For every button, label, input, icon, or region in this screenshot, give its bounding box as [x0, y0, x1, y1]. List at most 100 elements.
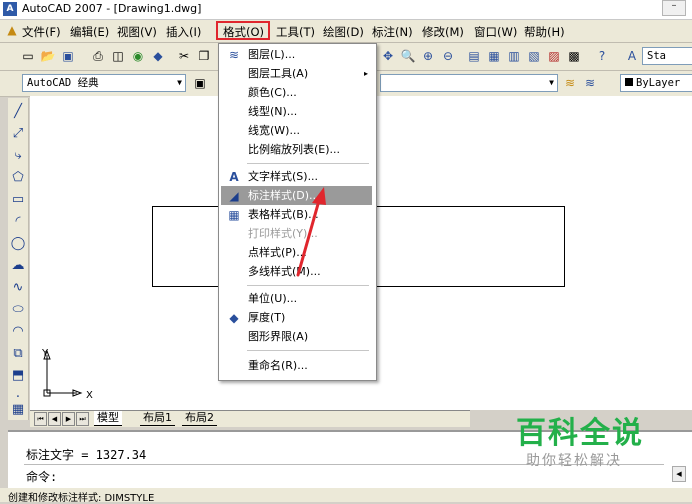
zoom-extents-icon[interactable]: ⊖	[440, 48, 456, 64]
first-tab-icon[interactable]: ⏮	[34, 412, 47, 426]
menu-view[interactable]: 视图(V)	[117, 24, 157, 40]
last-tab-icon[interactable]: ⏭	[76, 412, 89, 426]
polyline-icon[interactable]: ⤷	[10, 148, 26, 164]
next-tab-icon[interactable]: ▶	[62, 412, 75, 426]
zoom-previous-icon[interactable]: ⊕	[420, 48, 436, 64]
menu-item-lineweight[interactable]: 线宽(W)...	[219, 121, 374, 141]
command-prompt[interactable]: 命令:	[26, 468, 57, 485]
rectangle-icon[interactable]: ▭	[10, 192, 26, 208]
make-layer-current-icon[interactable]: ≋	[562, 75, 578, 91]
publish-icon[interactable]: ◉	[130, 48, 146, 64]
menu-edit[interactable]: 编辑(E)	[70, 24, 109, 40]
layout-tabs-bar: ⏮ ◀ ▶ ⏭ 模型 布局1 布局2	[30, 410, 470, 427]
construction-line-icon[interactable]: ⤢	[10, 126, 26, 142]
menu-help[interactable]: 帮助(H)	[524, 24, 565, 40]
scroll-left-icon[interactable]: ◀	[672, 466, 686, 482]
workspace-value: AutoCAD 经典	[27, 77, 99, 89]
watermark-subtitle: 助你轻松解决	[526, 453, 622, 469]
ellipse-icon[interactable]: ⬭	[10, 302, 26, 318]
menu-item-units[interactable]: 单位(U)...	[219, 289, 374, 309]
circle-icon[interactable]: ◯	[10, 236, 26, 252]
ucs-x-label: X	[86, 390, 93, 401]
text-style-value: Sta	[647, 50, 666, 62]
cut-icon[interactable]: ✂	[176, 48, 192, 64]
3d-dwf-icon[interactable]: ◆	[150, 48, 166, 64]
menu-item-thickness[interactable]: ◆ 厚度(T)	[219, 308, 374, 328]
sheet-set-icon[interactable]: ▧	[526, 48, 542, 64]
polygon-icon[interactable]: ⬠	[10, 170, 26, 186]
minimize-button[interactable]: –	[662, 0, 686, 16]
table-style-icon: ▦	[228, 208, 240, 222]
menu-item-layer-tools[interactable]: 图层工具(A) ▸	[219, 64, 374, 84]
color-control-select[interactable]: ByLayer	[620, 74, 692, 92]
make-block-icon[interactable]: ⬒	[10, 368, 26, 384]
hatch-icon[interactable]: ▦	[10, 402, 26, 418]
new-file-icon[interactable]: ▭	[20, 48, 36, 64]
menu-item-linetype[interactable]: 线型(N)...	[219, 102, 374, 122]
menu-separator	[247, 285, 369, 286]
markup-icon[interactable]: ▨	[546, 48, 562, 64]
save-icon[interactable]: ▣	[60, 48, 76, 64]
autocad-doc-icon[interactable]: ▲	[4, 22, 20, 38]
menu-modify[interactable]: 修改(M)	[422, 24, 464, 40]
menu-item-rename[interactable]: 重命名(R)...	[219, 356, 374, 376]
layer-previous-icon[interactable]: ≋	[582, 75, 598, 91]
dimension-style-icon: ◢	[229, 189, 239, 203]
prev-tab-icon[interactable]: ◀	[48, 412, 61, 426]
tab-layout1[interactable]: 布局1	[140, 411, 175, 426]
zoom-realtime-icon[interactable]: ✥	[380, 48, 396, 64]
tool-palettes-icon[interactable]: ▥	[506, 48, 522, 64]
menu-window[interactable]: 窗口(W)	[474, 24, 517, 40]
ucs-y-label: Y	[42, 348, 49, 359]
line-icon[interactable]: ╱	[10, 104, 26, 120]
menu-item-layer[interactable]: ≋ 图层(L)...	[219, 45, 374, 65]
menu-item-text-style[interactable]: A 文字样式(S)...	[219, 167, 374, 187]
spline-icon[interactable]: ∿	[10, 280, 26, 296]
help-icon[interactable]: ?	[594, 48, 610, 64]
menu-bar: ▲ 文件(F) 编辑(E) 视图(V) 插入(I) 格式(O) 工具(T) 绘图…	[0, 20, 692, 43]
window-title: AutoCAD 2007 - [Drawing1.dwg]	[22, 2, 202, 15]
color-swatch	[625, 78, 633, 86]
calculator-icon[interactable]: ▩	[566, 48, 582, 64]
text-style-toolbar-icon[interactable]: A	[624, 48, 640, 64]
copy-icon[interactable]: ❐	[196, 48, 212, 64]
design-center-icon[interactable]: ▦	[486, 48, 502, 64]
draw-toolbar: ╱ ⤢ ⤷ ⬠ ▭ ◜ ◯ ☁ ∿ ⬭ ◠ ⧉ ⬒ · ▦	[8, 98, 29, 420]
properties-icon[interactable]: ▤	[466, 48, 482, 64]
submenu-arrow-icon: ▸	[363, 69, 368, 78]
ucs-icon	[43, 349, 83, 397]
plot-preview-icon[interactable]: ◫	[110, 48, 126, 64]
workspace-select[interactable]: AutoCAD 经典 ▼	[22, 74, 186, 92]
menu-file[interactable]: 文件(F)	[22, 24, 61, 40]
status-bar: 创建和修改标注样式: DIMSTYLE	[0, 488, 692, 504]
thickness-icon: ◆	[229, 311, 239, 325]
workspace-settings-icon[interactable]: ▣	[192, 75, 208, 91]
open-folder-icon[interactable]: 📂	[40, 48, 56, 64]
title-bar: A AutoCAD 2007 - [Drawing1.dwg] –	[0, 0, 692, 20]
watermark: 百科全说 助你轻松解决	[510, 408, 660, 478]
arc-icon[interactable]: ◜	[10, 214, 26, 230]
text-style-combo[interactable]: Sta	[642, 47, 692, 65]
autocad-logo-icon: A	[3, 2, 17, 16]
menu-item-scale-list[interactable]: 比例缩放列表(E)...	[219, 140, 374, 160]
menu-dimension[interactable]: 标注(N)	[372, 24, 413, 40]
menu-tools[interactable]: 工具(T)	[276, 24, 315, 40]
insert-block-icon[interactable]: ⧉	[10, 346, 26, 362]
tab-model[interactable]: 模型	[94, 411, 122, 426]
menu-insert[interactable]: 插入(I)	[166, 24, 201, 40]
chevron-down-icon: ▼	[177, 78, 182, 87]
color-control-value: ByLayer	[636, 77, 681, 89]
ellipse-arc-icon[interactable]: ◠	[10, 324, 26, 340]
zoom-window-icon[interactable]: 🔍	[400, 48, 416, 64]
menu-draw[interactable]: 绘图(D)	[323, 24, 364, 40]
menu-item-color[interactable]: 颜色(C)...	[219, 83, 374, 103]
command-history-line: 标注文字 = 1327.34	[26, 448, 147, 462]
tab-layout2[interactable]: 布局2	[182, 411, 217, 426]
menu-separator	[247, 163, 369, 164]
print-icon[interactable]: ⎙	[90, 48, 106, 64]
layers-icon: ≋	[228, 48, 240, 62]
revision-cloud-icon[interactable]: ☁	[10, 258, 26, 274]
layer-select[interactable]: ▼	[380, 74, 558, 92]
menu-item-drawing-limits[interactable]: 图形界限(A)	[219, 327, 374, 347]
format-menu-highlight-box	[216, 21, 270, 40]
